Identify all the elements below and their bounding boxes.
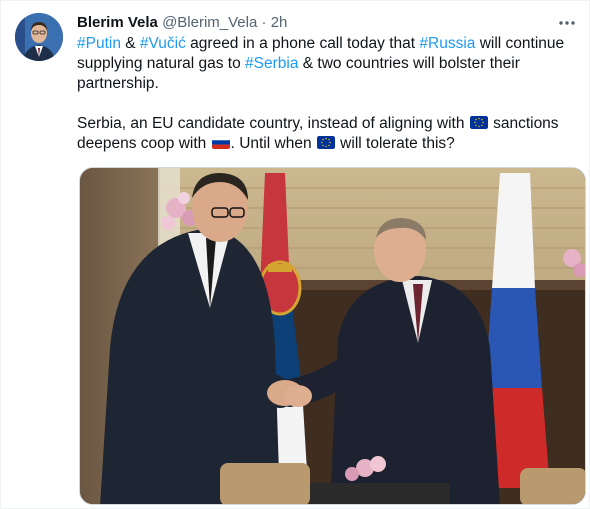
tweet-paragraph-2: Serbia, an EU candidate country, instead… bbox=[77, 114, 577, 154]
more-horizontal-icon bbox=[559, 21, 575, 25]
handshake-photo bbox=[80, 168, 585, 504]
text-fragment: . Until when bbox=[230, 135, 316, 152]
tweet-photo[interactable] bbox=[79, 167, 586, 505]
text-fragment: Serbia, an EU candidate country, instead… bbox=[77, 115, 469, 132]
more-options-button[interactable] bbox=[555, 11, 579, 35]
eu-flag-emoji bbox=[316, 136, 335, 149]
russia-flag-emoji bbox=[211, 136, 230, 149]
avatar[interactable] bbox=[15, 13, 63, 61]
tweet-timestamp[interactable]: 2h bbox=[271, 14, 288, 31]
armchair-left bbox=[220, 463, 310, 504]
hashtag-serbia[interactable]: #Serbia bbox=[245, 55, 298, 72]
text-fragment: & bbox=[120, 35, 140, 52]
tweet-text: #Putin & #Vučić agreed in a phone call t… bbox=[77, 34, 577, 154]
author-handle[interactable]: @Blerim_Vela bbox=[162, 14, 257, 31]
tweet-paragraph-1: #Putin & #Vučić agreed in a phone call t… bbox=[77, 34, 577, 94]
hashtag-putin[interactable]: #Putin bbox=[77, 35, 121, 52]
separator-dot: · bbox=[261, 14, 267, 31]
tweet[interactable]: Blerim Vela @Blerim_Vela · 2h #Putin & #… bbox=[0, 0, 590, 509]
armchair-right bbox=[520, 468, 585, 504]
eu-flag-emoji bbox=[469, 116, 488, 129]
tweet-header: Blerim Vela @Blerim_Vela · 2h bbox=[77, 13, 577, 33]
text-fragment: will tolerate this? bbox=[335, 135, 455, 152]
author-name[interactable]: Blerim Vela bbox=[77, 14, 158, 31]
text-fragment: agreed in a phone call today that bbox=[185, 35, 420, 52]
avatar-image bbox=[15, 13, 63, 61]
table bbox=[310, 483, 450, 504]
hashtag-vucic[interactable]: #Vučić bbox=[140, 35, 186, 52]
hashtag-russia[interactable]: #Russia bbox=[419, 35, 475, 52]
